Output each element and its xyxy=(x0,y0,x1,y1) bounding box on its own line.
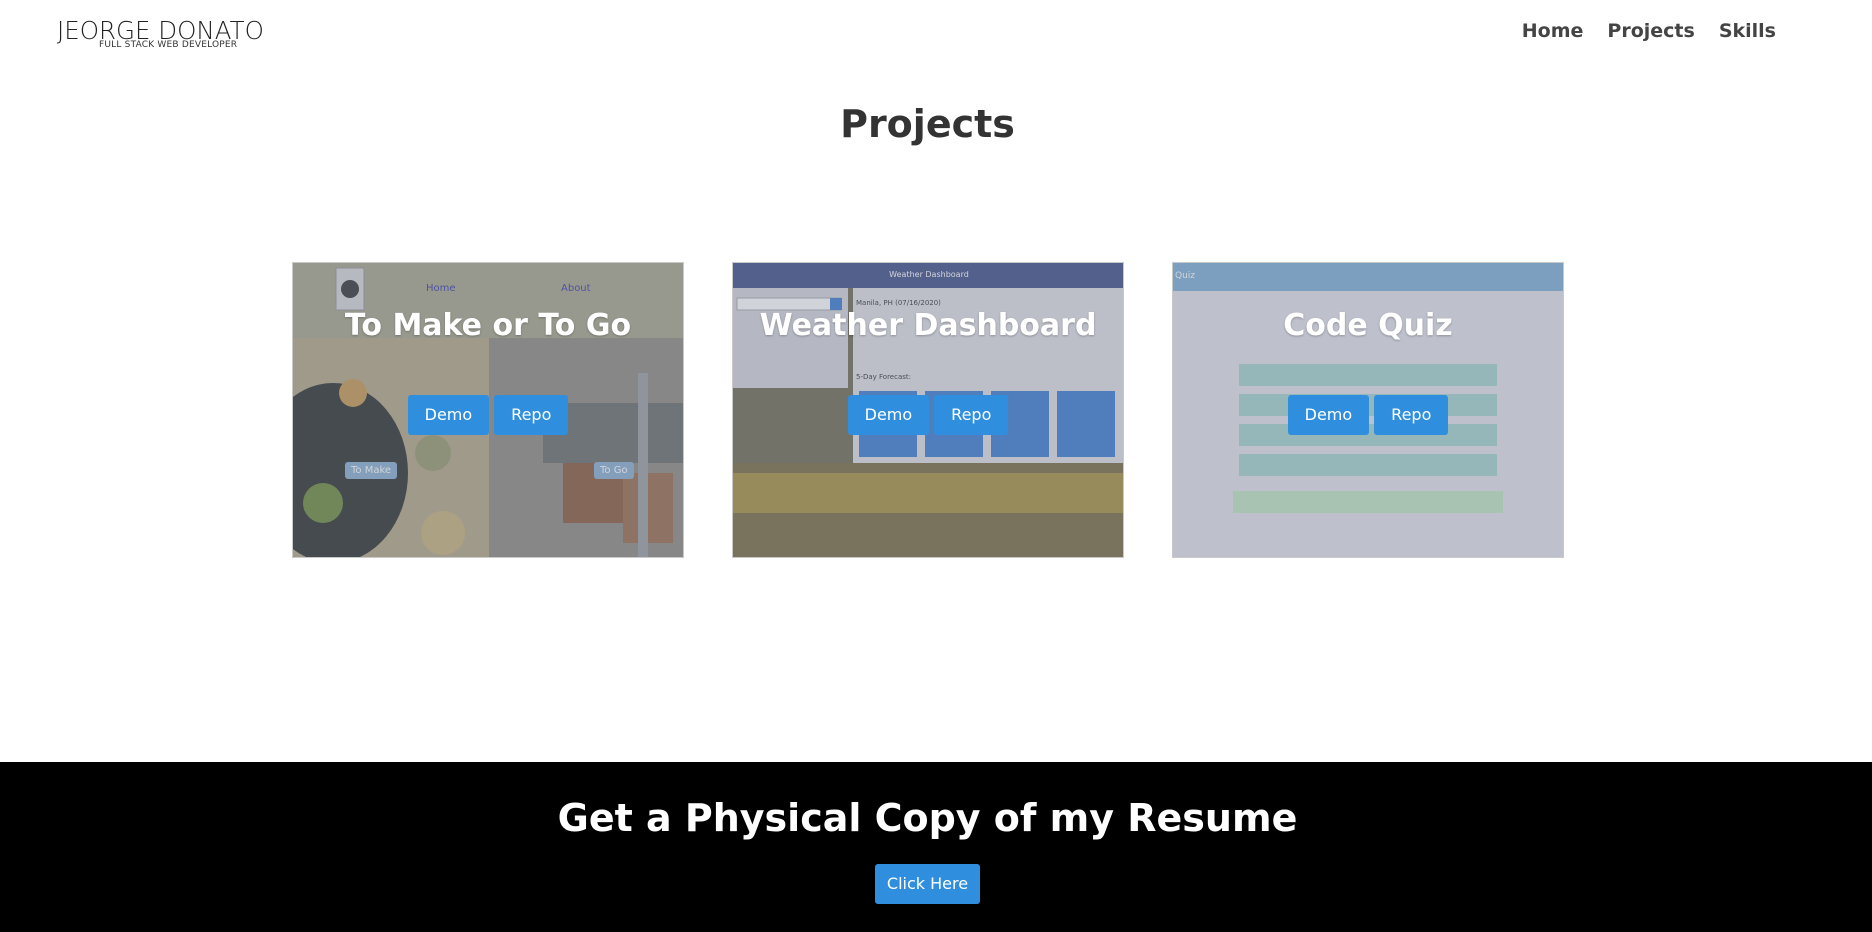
card-title: Weather Dashboard xyxy=(759,308,1097,343)
resume-click-here-button[interactable]: Click Here xyxy=(875,864,980,904)
footer-title: Get a Physical Copy of my Resume xyxy=(557,796,1298,840)
navbar: JEORGE DONATO FULL STACK WEB DEVELOPER H… xyxy=(0,0,1872,64)
card-buttons: Demo Repo xyxy=(1173,395,1563,435)
repo-button[interactable]: Repo xyxy=(1374,395,1449,435)
nav-links: Home Projects Skills xyxy=(1510,18,1788,44)
logo[interactable]: JEORGE DONATO FULL STACK WEB DEVELOPER xyxy=(57,18,277,52)
nav-link-home[interactable]: Home xyxy=(1510,18,1596,44)
demo-button[interactable]: Demo xyxy=(1287,395,1370,435)
resume-footer: Get a Physical Copy of my Resume Click H… xyxy=(0,762,1872,932)
project-card-weather-dashboard: Weather Dashboard Manila, PH (07/16/2020… xyxy=(732,262,1124,558)
card-title: To Make or To Go xyxy=(344,308,632,343)
nav-link-skills[interactable]: Skills xyxy=(1707,18,1788,44)
card-buttons: Demo Repo xyxy=(293,395,683,435)
project-card-code-quiz: Quiz Code Quiz Demo Repo xyxy=(1172,262,1564,558)
logo-subtitle: FULL STACK WEB DEVELOPER xyxy=(99,40,238,50)
repo-button[interactable]: Repo xyxy=(934,395,1009,435)
card-title: Code Quiz xyxy=(1283,308,1453,343)
demo-button[interactable]: Demo xyxy=(407,395,490,435)
page-title: Projects xyxy=(840,102,1015,146)
project-card-to-make-or-to-go: Home About To Make To Go To Make or To G… xyxy=(292,262,684,558)
demo-button[interactable]: Demo xyxy=(847,395,930,435)
repo-button[interactable]: Repo xyxy=(494,395,569,435)
nav-link-projects[interactable]: Projects xyxy=(1595,18,1706,44)
card-buttons: Demo Repo xyxy=(733,395,1123,435)
